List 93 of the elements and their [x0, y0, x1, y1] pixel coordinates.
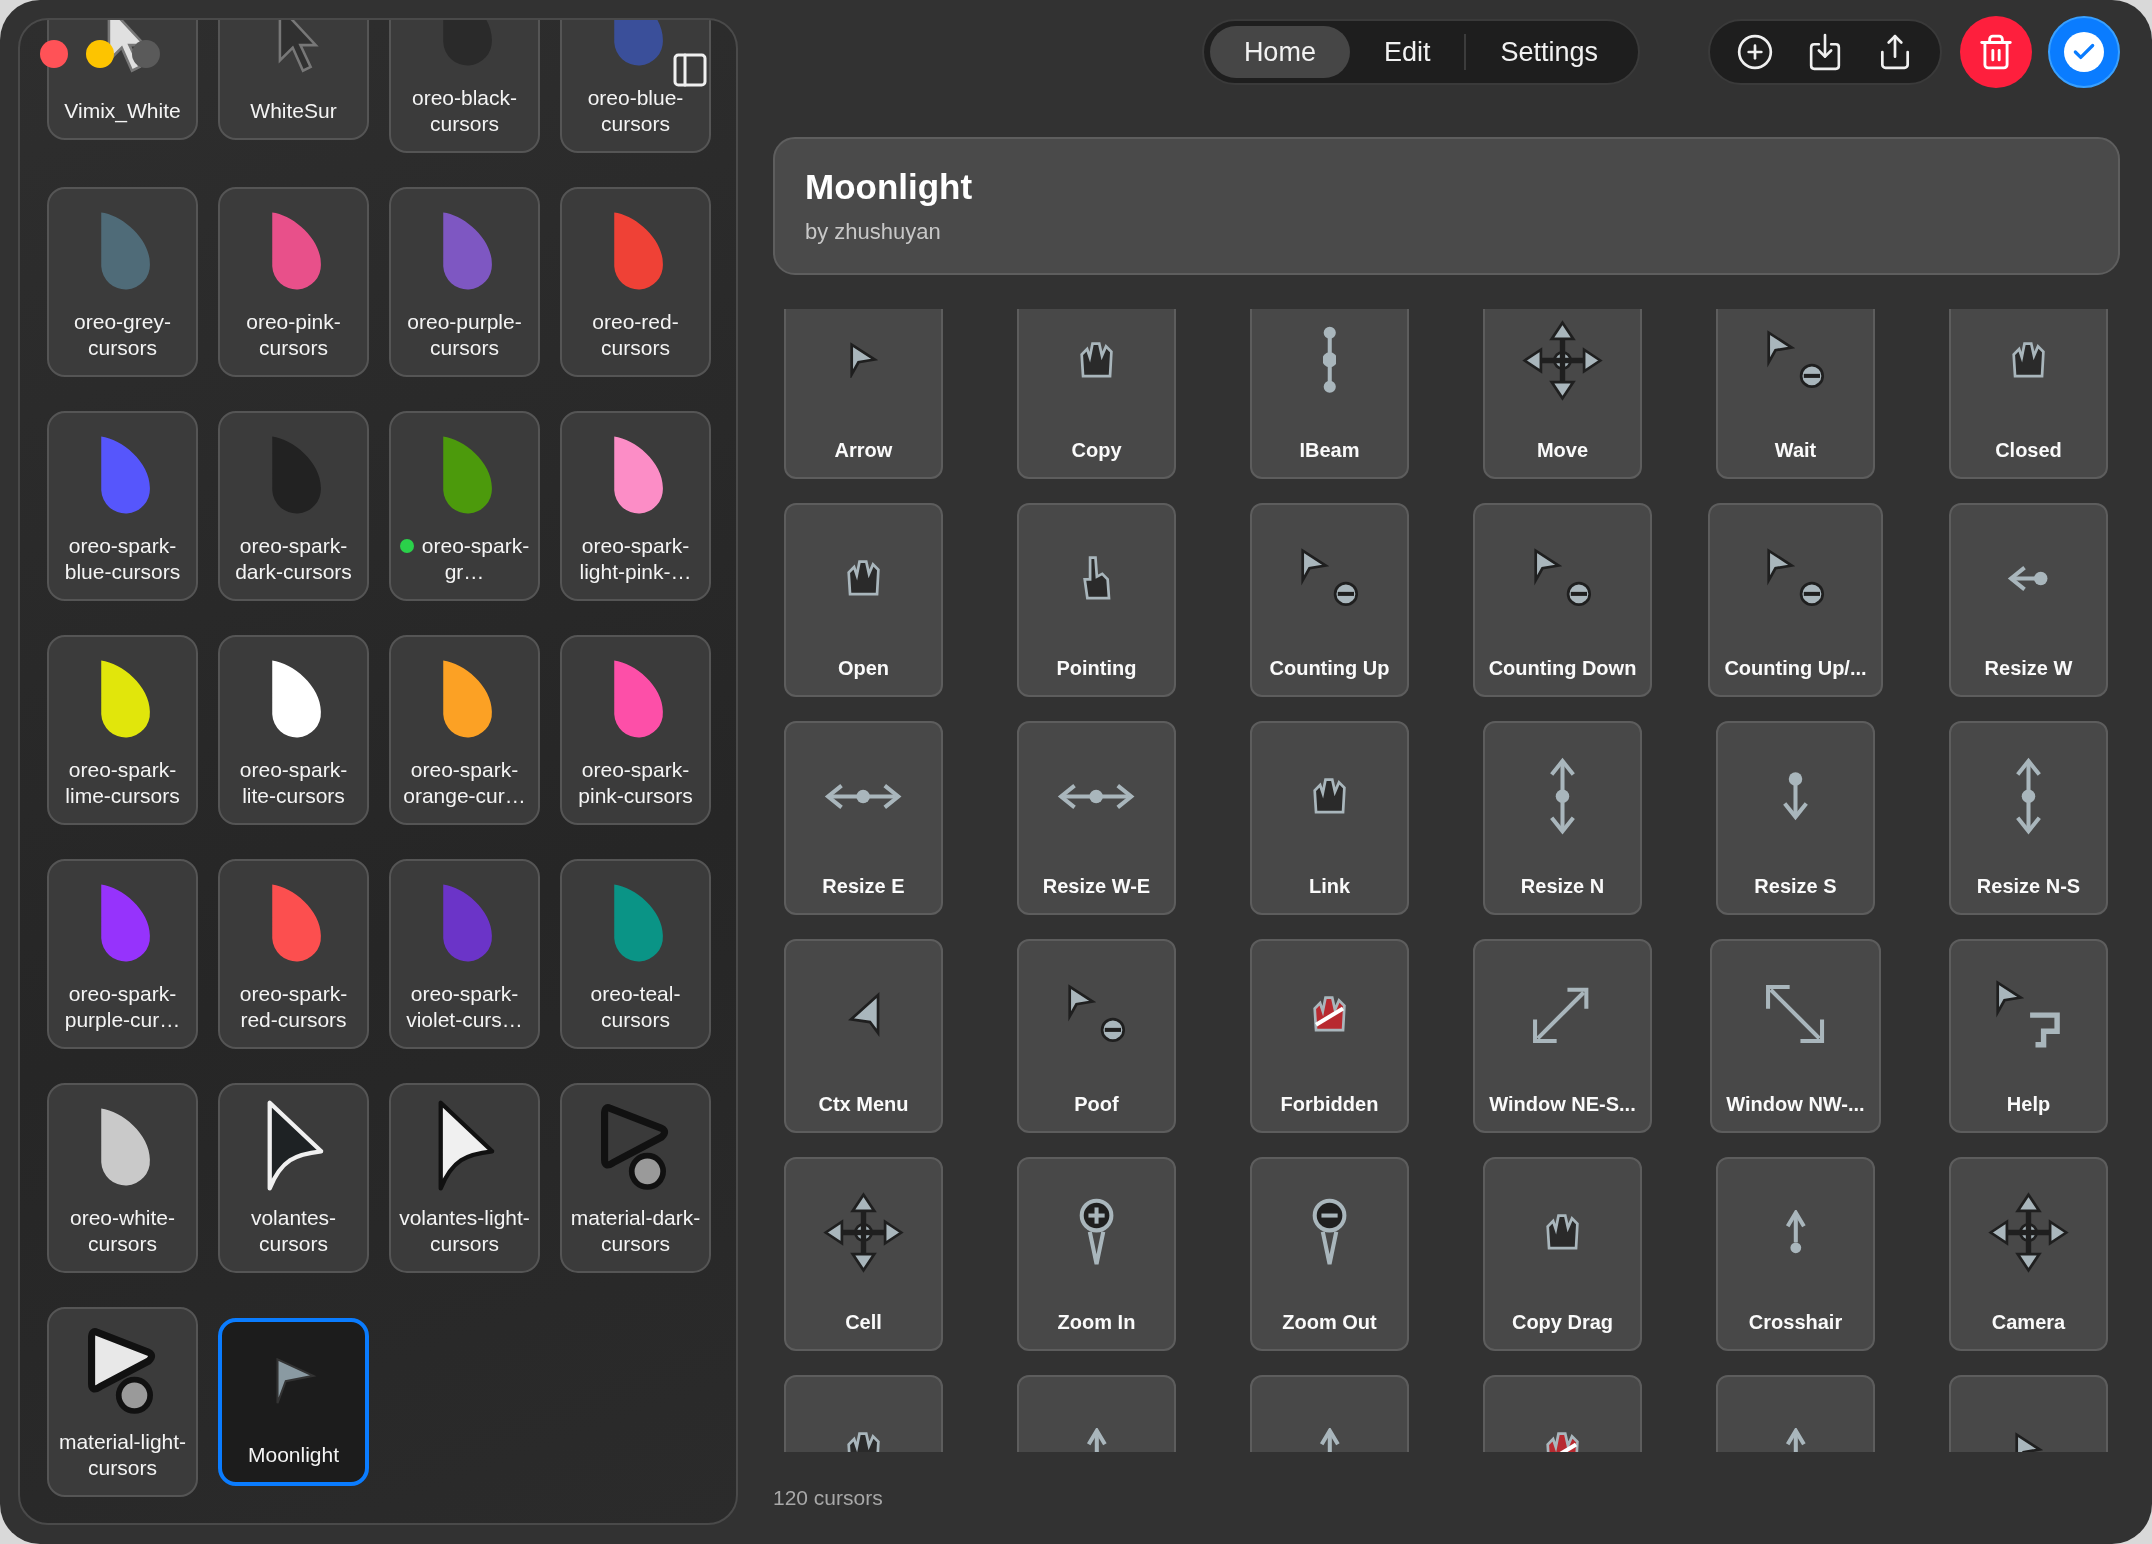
cursor-tile[interactable]: Closed: [1949, 309, 2108, 479]
help-arrow-icon: [1994, 980, 2063, 1048]
zoom-in-icon: [1078, 1197, 1115, 1267]
theme-card[interactable]: material-light-cursors: [47, 1307, 198, 1497]
ibeam-cursor-icon: [1322, 326, 1337, 394]
hand-cursor-icon: [1311, 777, 1348, 815]
busy-arrow-icon: [1765, 548, 1826, 608]
mirrored-arrow-icon: [846, 991, 881, 1037]
forbidden-hand-icon: [1311, 995, 1348, 1033]
theme-card[interactable]: oreo-pink-cursors: [218, 187, 369, 377]
arrow-cursor-icon: [848, 341, 879, 379]
theme-card[interactable]: volantes-light-cursors: [389, 1083, 540, 1273]
tab[interactable]: Settings: [1466, 26, 1632, 78]
cursor-tile[interactable]: Counting Up: [1250, 503, 1409, 697]
theme-card[interactable]: Vimix_White: [47, 20, 198, 140]
diagonal-resize-icon: [1764, 982, 1827, 1046]
vertical-resize-icon: [2015, 756, 2042, 836]
cursor-tile[interactable]: Help: [1949, 939, 2108, 1133]
cursor-tile[interactable]: Counting Up/...: [1708, 503, 1883, 697]
theme-title: Moonlight: [805, 167, 973, 207]
cursor-tile[interactable]: Window NW-...: [1710, 939, 1881, 1133]
theme-card[interactable]: oreo-spark-dark-cursors: [218, 411, 369, 601]
hand-cursor-icon: [845, 559, 882, 597]
busy-arrow-icon: [1532, 548, 1593, 608]
pointing-hand-icon: [1081, 555, 1112, 601]
cursor-tile[interactable]: Resize W: [1949, 503, 2108, 697]
cursor-tile[interactable]: Pointing: [1017, 503, 1176, 697]
theme-author: by zhushuyan: [805, 219, 941, 245]
theme-card[interactable]: oreo-blue-cursors: [560, 20, 711, 153]
theme-card[interactable]: oreo-purple-cursors: [389, 187, 540, 377]
hand-cursor-icon: [1544, 1213, 1581, 1251]
tab[interactable]: Edit: [1349, 26, 1465, 78]
theme-card[interactable]: oreo-spark-red-cursors: [218, 859, 369, 1049]
busy-arrow-icon: [1765, 330, 1826, 390]
theme-card[interactable]: oreo-spark-blue-cursors: [47, 411, 198, 601]
cursor-tile[interactable]: IBeam: [1250, 309, 1409, 479]
theme-card[interactable]: WhiteSur: [218, 20, 369, 140]
move-arrows-icon: [1988, 1191, 2069, 1273]
cursor-count: 120 cursors: [773, 1486, 884, 1510]
cursor-tile[interactable]: Link: [1250, 721, 1409, 915]
tab[interactable]: Home: [1209, 26, 1350, 78]
down-arrow-icon: [1782, 771, 1809, 821]
up-arrow-icon: [1784, 1209, 1807, 1255]
theme-card[interactable]: oreo-spark-orange-cur…: [389, 635, 540, 825]
cursor-tile[interactable]: Forbidden: [1250, 939, 1409, 1133]
cursor-tile[interactable]: Zoom Out: [1250, 1157, 1409, 1351]
theme-card[interactable]: oreo-spark-lime-cursors: [47, 635, 198, 825]
theme-card[interactable]: material-dark-cursors: [560, 1083, 711, 1273]
busy-arrow-icon: [1299, 548, 1360, 608]
theme-card[interactable]: oreo-grey-cursors: [47, 187, 198, 377]
move-arrows-icon: [823, 1191, 904, 1273]
horizontal-resize-icon: [824, 782, 903, 810]
cursor-tile[interactable]: Move: [1483, 309, 1642, 479]
cursor-tile[interactable]: Resize E: [784, 721, 943, 915]
cursor-tile[interactable]: Wait: [1716, 309, 1875, 479]
cursor-tile[interactable]: Crosshair: [1716, 1157, 1875, 1351]
cursor-tile[interactable]: Copy Drag: [1483, 1157, 1642, 1351]
cursor-tile[interactable]: Resize N-S: [1949, 721, 2108, 915]
theme-card[interactable]: oreo-spark-pink-cursors: [560, 635, 711, 825]
cursor-tile[interactable]: Counting Down: [1472, 503, 1653, 697]
theme-card[interactable]: oreo-black-cursors: [389, 20, 540, 153]
horizontal-resize-icon: [1057, 782, 1136, 810]
vertical-resize-icon: [1549, 756, 1576, 836]
theme-card[interactable]: oreo-spark-purple-cur…: [47, 859, 198, 1049]
cursor-tile[interactable]: Camera: [1949, 1157, 2108, 1351]
cursor-tile[interactable]: Zoom In: [1017, 1157, 1176, 1351]
theme-card[interactable]: oreo-spark-light-pink-…: [560, 411, 711, 601]
cursor-tile[interactable]: Resize N: [1483, 721, 1642, 915]
checkmark-icon: [2064, 32, 2104, 72]
cursor-tile[interactable]: Copy: [1017, 309, 1176, 479]
hand-cursor-icon: [2010, 341, 2047, 379]
hand-cursor-icon: [1078, 341, 1115, 379]
move-arrows-icon: [1522, 319, 1603, 401]
cursor-tile[interactable]: Open: [784, 503, 943, 697]
cursor-tile[interactable]: Resize S: [1716, 721, 1875, 915]
theme-card[interactable]: oreo-teal-cursors: [560, 859, 711, 1049]
theme-card[interactable]: oreo-red-cursors: [560, 187, 711, 377]
theme-card[interactable]: oreo-spark-gr…: [389, 411, 540, 601]
theme-card[interactable]: oreo-spark-lite-cursors: [218, 635, 369, 825]
theme-card[interactable]: oreo-spark-violet-curs…: [389, 859, 540, 1049]
theme-card[interactable]: Moonlight: [218, 1318, 369, 1486]
trash-icon: [1977, 33, 2015, 71]
cursor-tile[interactable]: Window NE-S...: [1473, 939, 1652, 1133]
cursor-tile[interactable]: Arrow: [784, 309, 943, 479]
busy-arrow-icon: [1066, 984, 1127, 1044]
close-button[interactable]: [40, 40, 68, 68]
theme-card[interactable]: oreo-white-cursors: [47, 1083, 198, 1273]
cursor-tile[interactable]: Cell: [784, 1157, 943, 1351]
cursor-tile[interactable]: Poof: [1017, 939, 1176, 1133]
cursor-tile[interactable]: Ctx Menu: [784, 939, 943, 1133]
zoom-out-icon: [1311, 1197, 1348, 1267]
theme-card[interactable]: volantes-cursors: [218, 1083, 369, 1273]
cursor-tile[interactable]: Resize W-E: [1017, 721, 1176, 915]
